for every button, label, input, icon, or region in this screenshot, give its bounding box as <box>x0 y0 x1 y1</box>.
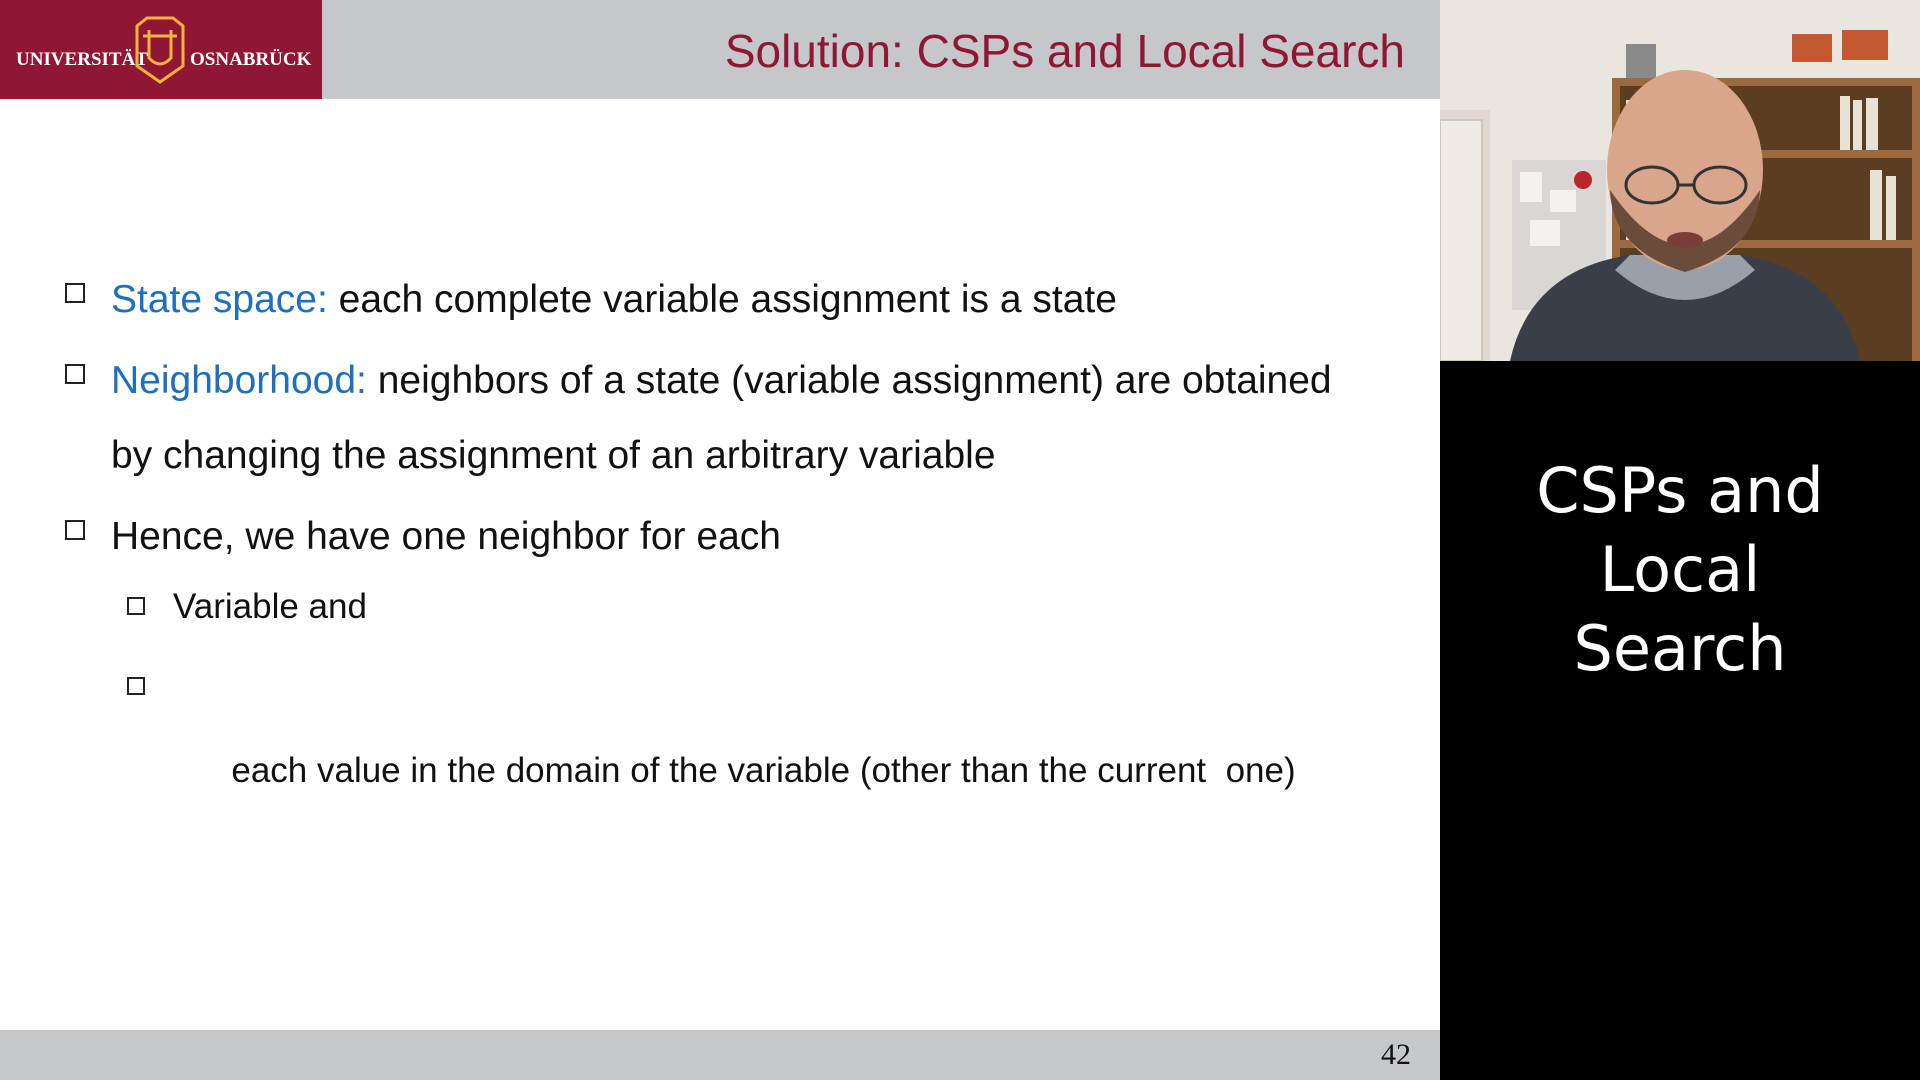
bullet-neighborhood: Neighborhood: neighbors of a state (vari… <box>62 343 1432 493</box>
bullet-text: Hence, we have one neighbor for each <box>111 515 781 558</box>
bullet-continuation: by changing the assignment of an arbitra… <box>111 434 996 477</box>
sub-bullet-text: each value in the domain of the variable… <box>231 751 1296 790</box>
side-title-line: Search <box>1573 612 1787 685</box>
bullet-state-space: State space: each complete variable assi… <box>62 262 1432 337</box>
page-number: 42 <box>1381 1038 1411 1071</box>
side-title-line: CSPs and <box>1536 454 1824 527</box>
sub-bullet-variable: Variable and <box>124 586 1432 628</box>
square-bullet-icon <box>65 520 85 540</box>
square-bullet-icon <box>127 677 145 695</box>
side-title-line: Local <box>1599 533 1761 606</box>
presenter-webcam <box>1440 0 1920 361</box>
presenter-video-image <box>1440 0 1920 361</box>
sub-bullet-value: each value in the domain of the variable… <box>124 666 1432 834</box>
bullet-text: neighbors of a state (variable assignmen… <box>377 359 1332 402</box>
bullet-list: State space: each complete variable assi… <box>62 262 1432 872</box>
university-logo: UNIVERSITÄT OSNABRÜCK <box>0 0 322 99</box>
slide-header: UNIVERSITÄT OSNABRÜCK Solution: CSPs and… <box>0 0 1440 99</box>
side-title: CSPs and Local Search <box>1440 451 1920 688</box>
square-bullet-icon <box>65 364 85 384</box>
bullet-term: State space: <box>111 278 328 321</box>
square-bullet-icon <box>65 283 85 303</box>
sub-bullet-text: Variable and <box>173 587 367 626</box>
side-panel: CSPs and Local Search <box>1440 361 1920 1080</box>
slide-footer: 42 <box>0 1030 1440 1080</box>
university-emblem-icon <box>135 16 185 84</box>
bullet-hence: Hence, we have one neighbor for each <box>62 499 1432 574</box>
logo-text-right: OSNABRÜCK <box>190 49 312 70</box>
bullet-term: Neighborhood: <box>111 359 367 402</box>
slide: UNIVERSITÄT OSNABRÜCK Solution: CSPs and… <box>0 0 1440 1080</box>
bullet-text: each complete variable assignment is a s… <box>338 278 1117 321</box>
logo-text-left: UNIVERSITÄT <box>16 49 148 70</box>
square-bullet-icon <box>127 597 145 615</box>
slide-title: Solution: CSPs and Local Search <box>724 25 1405 77</box>
